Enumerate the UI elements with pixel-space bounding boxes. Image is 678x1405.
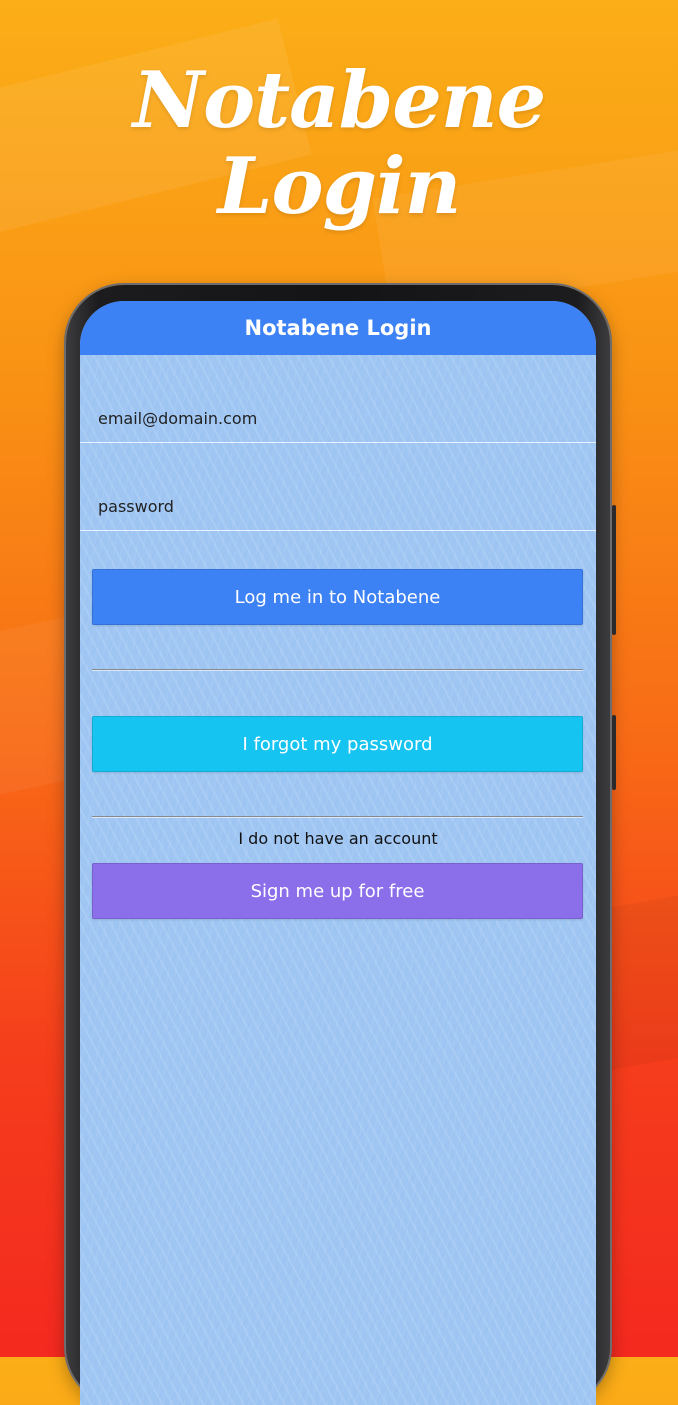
email-field-row <box>80 355 596 443</box>
navbar-title: Notabene Login <box>244 316 432 340</box>
phone-frame: Notabene Login Log me in to Notabene I f… <box>66 285 616 1405</box>
signup-button[interactable]: Sign me up for free <box>92 863 583 919</box>
divider <box>92 816 583 818</box>
promo-title-line2: Login <box>217 141 462 232</box>
divider <box>92 669 583 671</box>
promo-title: Notabene Login <box>0 58 678 230</box>
promo-title-line1: Notabene <box>132 55 546 146</box>
password-field[interactable] <box>98 497 568 516</box>
navbar: Notabene Login <box>80 301 596 355</box>
signup-button-label: Sign me up for free <box>250 880 425 902</box>
password-field-row <box>80 443 596 531</box>
no-account-label: I do not have an account <box>238 829 438 848</box>
app-screen: Notabene Login Log me in to Notabene I f… <box>80 301 596 1405</box>
forgot-password-button-label: I forgot my password <box>242 733 433 755</box>
login-button[interactable]: Log me in to Notabene <box>92 569 583 625</box>
phone-side-button <box>612 715 616 790</box>
email-field[interactable] <box>98 409 568 428</box>
forgot-password-button[interactable]: I forgot my password <box>92 716 583 772</box>
phone-side-button <box>612 505 616 635</box>
login-button-label: Log me in to Notabene <box>234 586 441 608</box>
